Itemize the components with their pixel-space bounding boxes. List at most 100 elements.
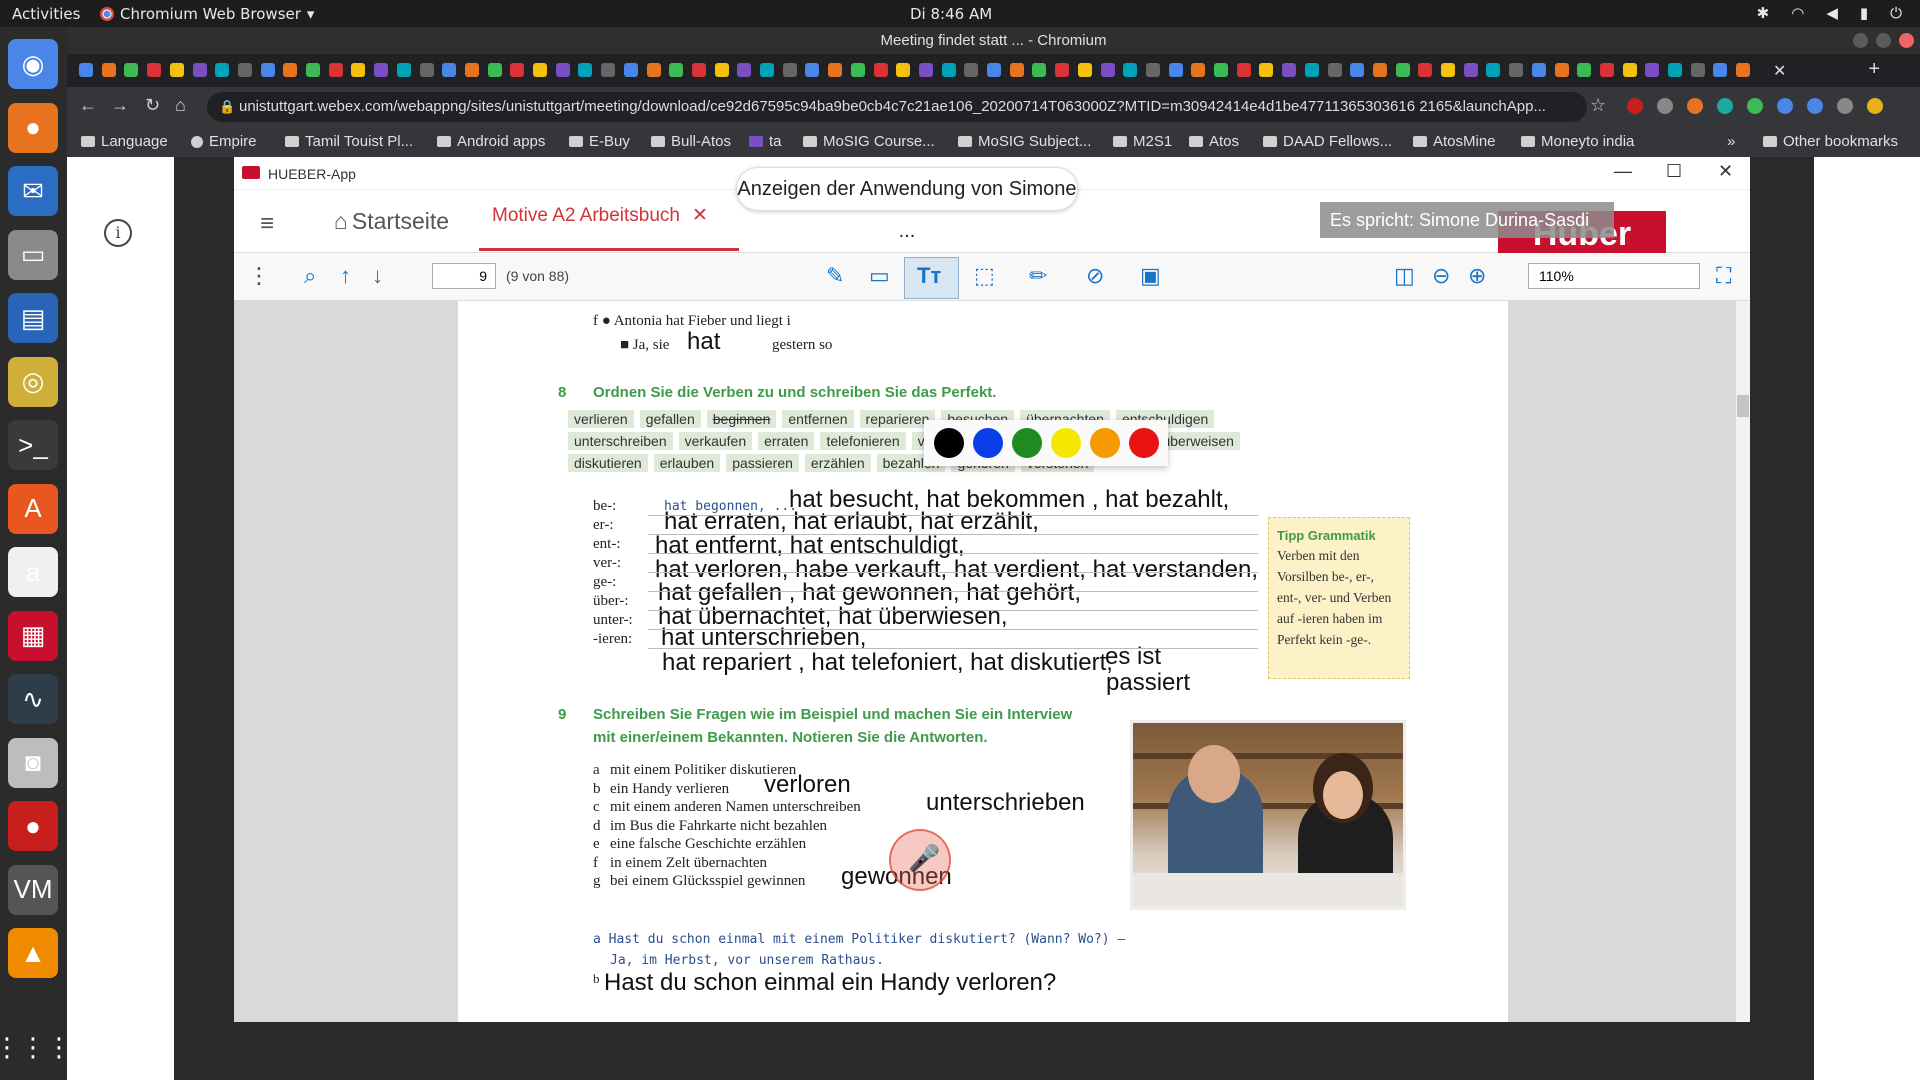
tab-favicon[interactable]	[1055, 63, 1070, 77]
tab-favicon[interactable]	[464, 63, 479, 77]
pdf-viewer[interactable]: f ● Antonia hat Fieber und liegt i ■ Ja,…	[234, 301, 1750, 1022]
tab-favicon[interactable]	[1486, 63, 1501, 77]
forward-icon[interactable]: →	[111, 95, 129, 116]
tab-favicon[interactable]	[283, 63, 298, 77]
highlighter-icon[interactable]: ✎	[826, 263, 844, 289]
color-swatch-red[interactable]	[1129, 428, 1159, 458]
tab-favicon[interactable]	[351, 63, 366, 77]
hide-annotations-icon[interactable]: ⊘	[1086, 263, 1104, 289]
close-window-button[interactable]	[1899, 33, 1914, 48]
address-bar[interactable]: 🔒 unistuttgart.webex.com/webappng/sites/…	[207, 92, 1587, 122]
scrollbar[interactable]	[1736, 301, 1750, 1022]
tab-favicon[interactable]	[805, 63, 820, 77]
zoom-in-icon[interactable]: ⊕	[1468, 263, 1486, 289]
bookmark-bull-atos[interactable]: Bull-Atos	[651, 133, 731, 150]
two-page-view-icon[interactable]: ◫	[1394, 263, 1415, 289]
tab-favicon[interactable]	[260, 63, 275, 77]
fullscreen-icon[interactable]: ⛶	[1716, 263, 1731, 289]
tab-favicon[interactable]	[79, 63, 93, 77]
extension-icon[interactable]	[1717, 98, 1733, 114]
pencil-icon[interactable]: ✏	[1029, 263, 1047, 289]
tab-favicon[interactable]	[737, 63, 752, 77]
battery-icon[interactable]: ▮	[1860, 4, 1868, 22]
bookmark-atos[interactable]: Atos	[1189, 133, 1239, 150]
software-center-icon[interactable]: A	[8, 483, 58, 534]
tab-favicon[interactable]	[964, 63, 979, 77]
bookmark-tamil[interactable]: Tamil Touist Pl...	[285, 133, 413, 150]
zoom-input[interactable]: 110%	[1528, 263, 1700, 289]
tab-favicon[interactable]	[1418, 63, 1433, 77]
bookmark-m2s1[interactable]: M2S1	[1113, 133, 1172, 150]
tab-favicon[interactable]	[442, 63, 457, 77]
comment-icon[interactable]: ▭	[869, 263, 890, 289]
color-swatch-orange[interactable]	[1090, 428, 1120, 458]
rhythmbox-icon[interactable]: ◎	[8, 356, 58, 407]
tab-favicon[interactable]	[192, 63, 207, 77]
tab-favicon[interactable]	[918, 63, 933, 77]
tab-favicon[interactable]	[1554, 63, 1569, 77]
tab-favicon[interactable]	[374, 63, 389, 77]
reload-icon[interactable]: ↻	[145, 95, 160, 116]
show-apps-icon[interactable]: ⋮⋮⋮	[0, 1022, 72, 1072]
tab-favicon[interactable]	[1282, 63, 1297, 77]
extension-icon[interactable]	[1747, 98, 1763, 114]
wifi-icon[interactable]: ◠	[1791, 4, 1804, 22]
bookmark-mosig-course[interactable]: MoSIG Course...	[803, 133, 935, 150]
area-text-icon[interactable]: ⬚	[974, 263, 995, 289]
color-swatch-blue[interactable]	[973, 428, 1003, 458]
extension-icon[interactable]	[1687, 98, 1703, 114]
window-titlebar[interactable]: Meeting findet statt ... - Chromium	[67, 27, 1920, 54]
thunderbird-icon[interactable]: ✉	[8, 166, 58, 216]
tab-favicon[interactable]	[1668, 63, 1682, 77]
bookmark-daad[interactable]: DAAD Fellows...	[1263, 133, 1392, 150]
activities-button[interactable]: Activities	[12, 5, 80, 23]
extension-icon[interactable]	[1777, 98, 1793, 114]
tab-favicon[interactable]	[1622, 63, 1637, 77]
camera-icon[interactable]: ◙	[8, 737, 58, 788]
info-icon[interactable]: i	[104, 219, 132, 247]
tab-favicon[interactable]	[782, 63, 797, 77]
app-menu[interactable]: Chromium Web Browser ▾	[100, 5, 314, 23]
extension-icon[interactable]	[1837, 98, 1853, 114]
bookmark-language[interactable]: Language	[81, 133, 168, 150]
bookmark-moneyto[interactable]: Moneyto india	[1521, 133, 1634, 150]
vlc-icon[interactable]: ▲	[8, 928, 58, 978]
tab-favicon[interactable]	[1372, 63, 1387, 77]
tab-favicon[interactable]	[555, 63, 570, 77]
vmware-icon[interactable]: VM	[8, 864, 58, 915]
color-swatch-green[interactable]	[1012, 428, 1042, 458]
new-tab-button[interactable]: +	[1868, 58, 1880, 81]
firefox-icon[interactable]: ●	[8, 102, 58, 153]
extension-icon[interactable]	[1627, 98, 1643, 114]
bluetooth-icon[interactable]: ✱	[1757, 4, 1770, 22]
back-icon[interactable]: ←	[79, 95, 97, 116]
tab-favicon[interactable]	[828, 63, 843, 77]
tab-favicon[interactable]	[601, 63, 616, 77]
search-document-icon[interactable]: ⌕	[304, 263, 316, 289]
writer-icon[interactable]: ▤	[8, 293, 58, 343]
tab-favicon[interactable]	[487, 63, 502, 77]
tab-favicon[interactable]	[215, 63, 230, 77]
close-tab-icon[interactable]: ✕	[1773, 61, 1786, 81]
bookmark-star-icon[interactable]: ☆	[1590, 95, 1606, 116]
zoom-out-icon[interactable]: ⊖	[1432, 263, 1450, 289]
scrollbar-thumb[interactable]	[1737, 395, 1749, 417]
tab-favicon[interactable]	[533, 63, 547, 77]
chromium-icon[interactable]: ◉	[8, 39, 58, 89]
tab-favicon[interactable]	[1100, 63, 1115, 77]
tab-favicon[interactable]	[691, 63, 706, 77]
tab-favicon[interactable]	[873, 63, 888, 77]
cherry-icon[interactable]: ●	[8, 801, 58, 851]
bookmark-ta[interactable]: ta	[749, 133, 782, 150]
bookmark-android[interactable]: Android apps	[437, 133, 545, 150]
tab-favicon[interactable]	[1395, 63, 1410, 77]
tab-favicon[interactable]	[237, 63, 252, 77]
home-link[interactable]: ⌂ Startseite	[334, 208, 449, 235]
tab-favicon[interactable]	[850, 63, 865, 77]
tab-favicon[interactable]	[1032, 63, 1047, 77]
color-swatch-yellow[interactable]	[1051, 428, 1081, 458]
tab-favicon[interactable]	[1599, 63, 1614, 77]
tab-favicon[interactable]	[896, 63, 911, 77]
tab-favicon[interactable]	[987, 63, 1001, 77]
tab-favicon[interactable]	[101, 63, 116, 77]
